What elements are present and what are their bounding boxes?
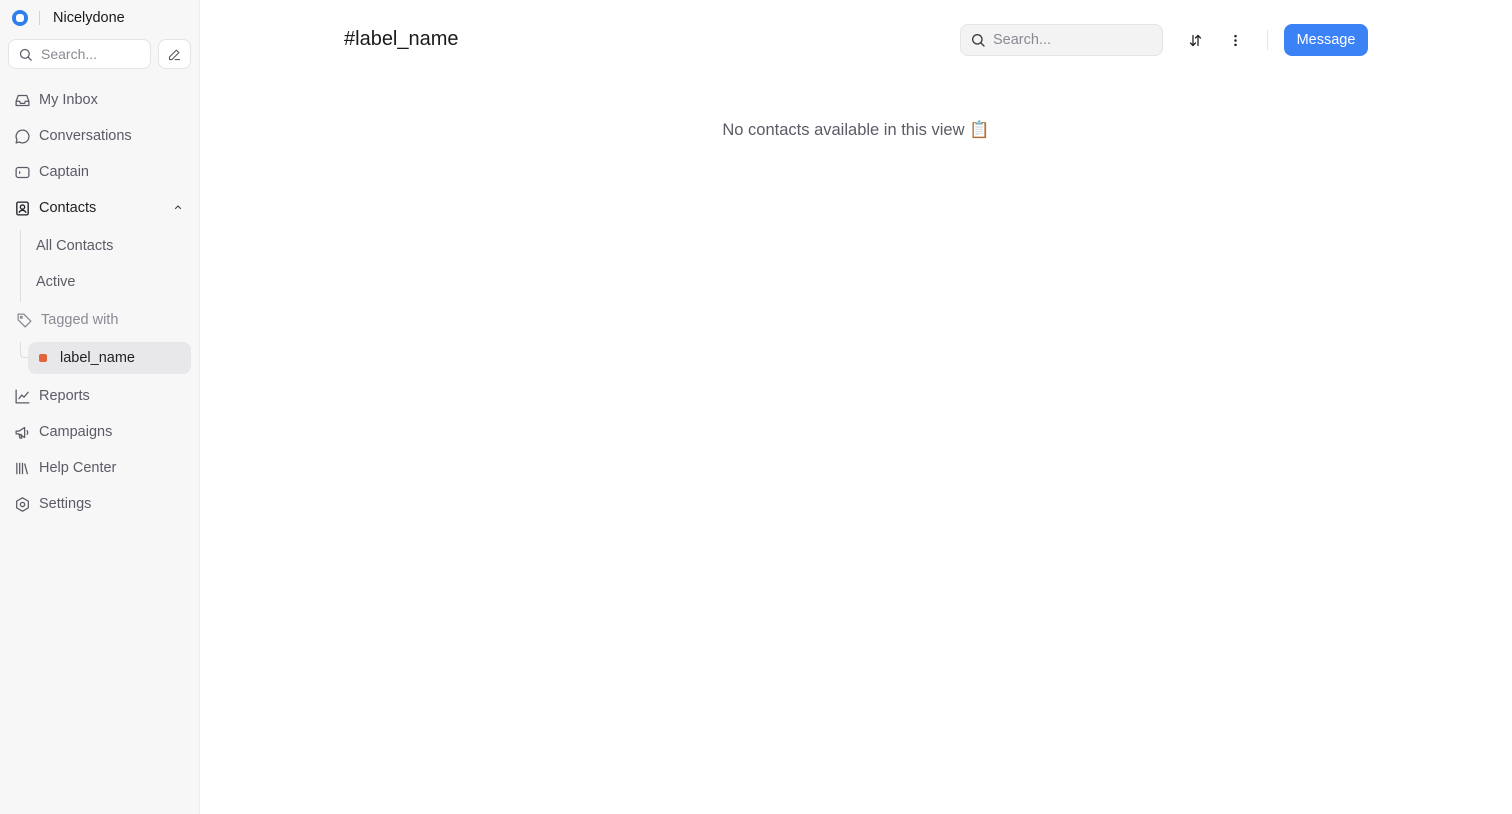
sort-button[interactable] — [1181, 26, 1209, 54]
brand-divider — [39, 11, 40, 25]
sidebar-item-contacts[interactable]: Contacts — [8, 192, 191, 224]
page-title: #label_name — [344, 28, 459, 50]
contacts-sub-line — [20, 230, 21, 302]
sidebar-item-label: Settings — [39, 496, 92, 512]
label-name: label_name — [60, 350, 135, 366]
library-icon — [14, 460, 31, 477]
chevron-up-icon[interactable] — [172, 201, 184, 213]
chat-bubble-icon — [14, 128, 31, 145]
sidebar-item-label: Help Center — [39, 460, 117, 476]
empty-state-message: No contacts available in this view 📋 — [722, 121, 990, 139]
settings-icon — [14, 496, 31, 513]
label-tree-line — [20, 342, 28, 358]
sidebar-search[interactable] — [8, 39, 151, 69]
brand-name: Nicelydone — [53, 10, 125, 26]
search-icon — [970, 32, 986, 48]
sort-arrows-icon — [1188, 33, 1203, 48]
sidebar-item-conversations[interactable]: Conversations — [8, 120, 191, 152]
sidebar-item-settings[interactable]: Settings — [8, 488, 191, 520]
sidebar-tagged-with[interactable]: Tagged with — [10, 304, 193, 336]
label-color-dot — [39, 354, 47, 362]
header-divider — [1267, 30, 1268, 50]
inbox-icon — [14, 92, 31, 109]
more-vertical-icon — [1228, 33, 1243, 48]
sidebar-item-label: Contacts — [39, 200, 97, 216]
compose-button[interactable] — [158, 39, 191, 69]
megaphone-icon — [14, 424, 31, 441]
contacts-search[interactable] — [960, 24, 1163, 56]
sidebar-search-input[interactable] — [41, 46, 141, 62]
sidebar-item-label: Campaigns — [39, 424, 113, 440]
sidebar-item-label: Captain — [39, 164, 89, 180]
pencil-icon — [167, 47, 182, 62]
brand-logo-icon — [12, 10, 28, 26]
sidebar-item-my-inbox[interactable]: My Inbox — [8, 84, 191, 116]
sidebar-item-label: Conversations — [39, 128, 132, 144]
sidebar-subitem-all-contacts[interactable]: All Contacts — [28, 230, 191, 262]
sidebar-item-captain[interactable]: Captain — [8, 156, 191, 188]
brand[interactable]: Nicelydone — [12, 9, 125, 27]
tag-icon — [16, 312, 33, 329]
contacts-icon — [14, 200, 31, 217]
search-icon — [18, 47, 33, 62]
message-button[interactable]: Message — [1284, 24, 1368, 56]
more-options-button[interactable] — [1221, 26, 1249, 54]
sidebar-item-campaigns[interactable]: Campaigns — [8, 416, 191, 448]
sidebar: Nicelydone My Inbox Conversations Captai… — [0, 0, 200, 814]
captain-icon — [14, 164, 31, 181]
chart-line-icon — [14, 388, 31, 405]
tagged-with-label: Tagged with — [41, 312, 119, 328]
sidebar-item-label: Reports — [39, 388, 90, 404]
sidebar-item-label: My Inbox — [39, 92, 98, 108]
sidebar-label-item[interactable]: label_name — [28, 342, 191, 374]
sidebar-item-help-center[interactable]: Help Center — [8, 452, 191, 484]
contacts-search-input[interactable] — [993, 32, 1143, 48]
sidebar-subitem-active[interactable]: Active — [28, 266, 191, 298]
sidebar-item-reports[interactable]: Reports — [8, 380, 191, 412]
